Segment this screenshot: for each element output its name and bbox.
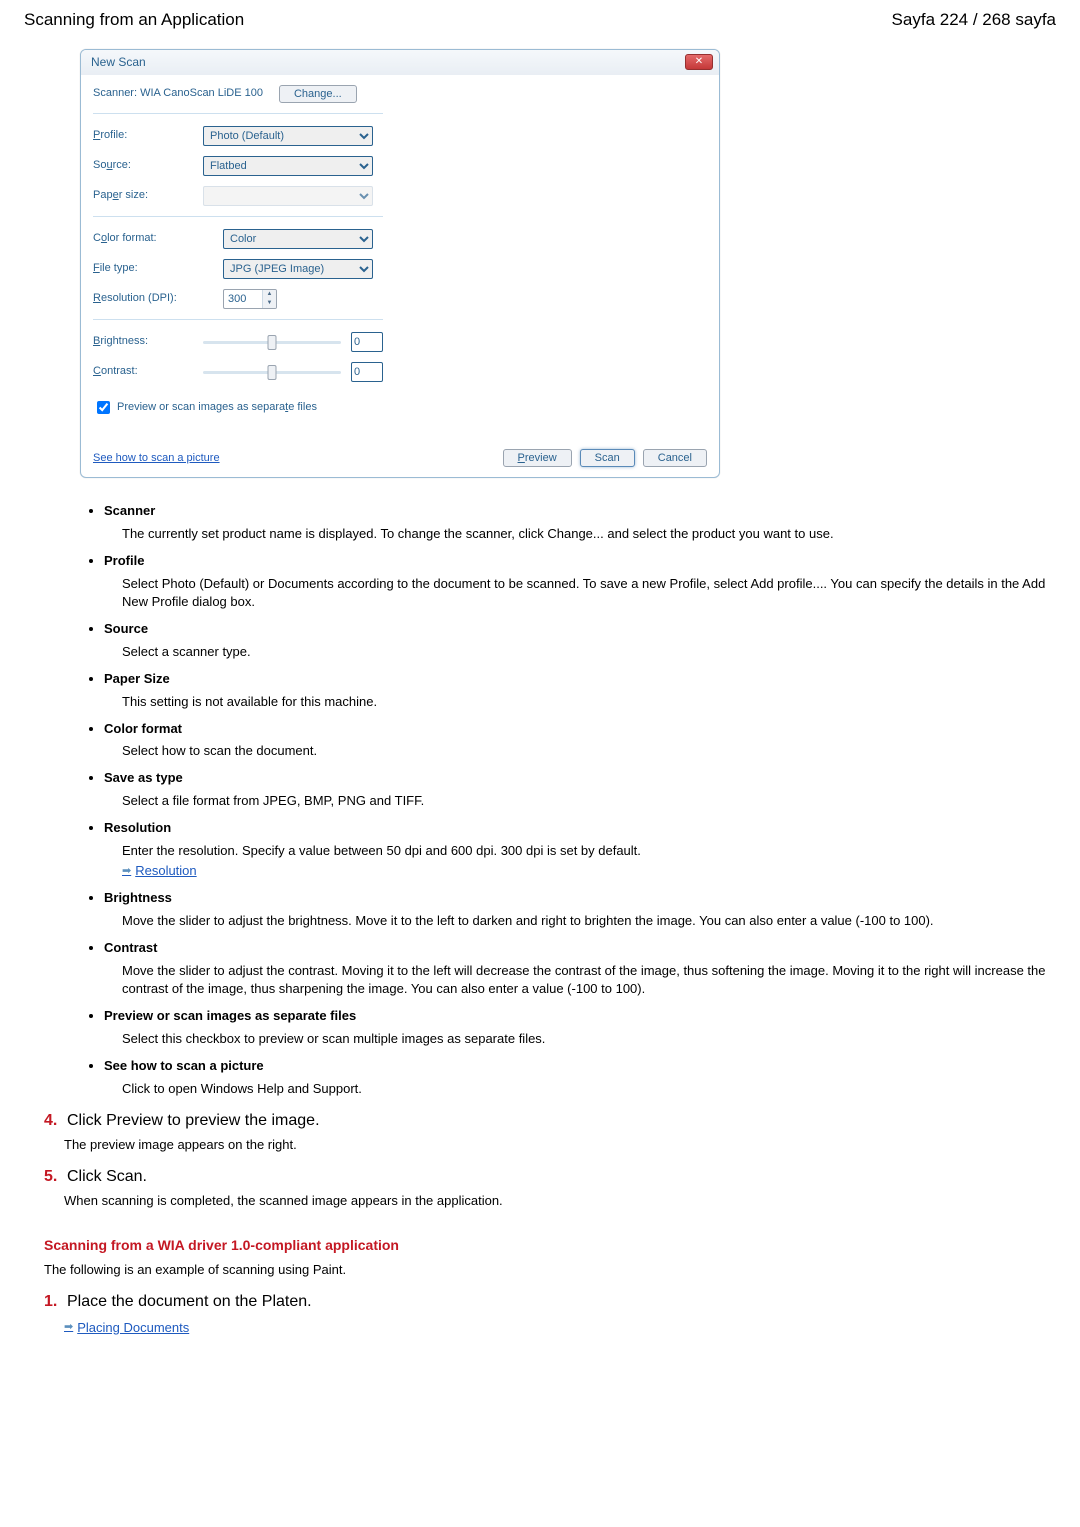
resolution-stepper[interactable]: ▲▼ xyxy=(223,289,277,309)
term: Color format xyxy=(104,721,182,736)
term: Scanner xyxy=(104,503,155,518)
list-item: Contrast Move the slider to adjust the c… xyxy=(104,939,1056,1000)
new-scan-dialog: New Scan ✕ Scanner: WIA CanoScan LiDE 10… xyxy=(80,49,720,478)
step-number: 4. xyxy=(44,1112,57,1129)
term: Paper Size xyxy=(104,671,170,686)
desc: Select a file format from JPEG, BMP, PNG… xyxy=(104,792,1056,811)
list-item: Save as type Select a file format from J… xyxy=(104,769,1056,811)
desc: Select Photo (Default) or Documents acco… xyxy=(104,575,1056,613)
list-item: Brightness Move the slider to adjust the… xyxy=(104,889,1056,931)
term: Contrast xyxy=(104,940,157,955)
step-text: Place the document on the Platen. xyxy=(67,1293,312,1310)
contrast-label: Contrast: xyxy=(93,364,203,380)
colorformat-label: Color format: xyxy=(93,231,203,247)
list-item: Preview or scan images as separate files… xyxy=(104,1007,1056,1049)
step-text: Click Scan. xyxy=(67,1168,147,1185)
resolution-input[interactable] xyxy=(224,290,262,308)
definition-list: Scanner The currently set product name i… xyxy=(104,502,1056,1099)
separate-files-checkbox[interactable] xyxy=(97,401,110,414)
profile-select[interactable]: Photo (Default) xyxy=(203,126,373,146)
list-item: Paper Size This setting is not available… xyxy=(104,670,1056,712)
list-item: Profile Select Photo (Default) or Docume… xyxy=(104,552,1056,613)
change-button[interactable]: Change... xyxy=(279,85,357,103)
papersize-select xyxy=(203,186,373,206)
brightness-slider[interactable] xyxy=(203,341,341,344)
source-label: Source: xyxy=(93,158,203,174)
term: Save as type xyxy=(104,770,183,785)
section-heading: Scanning from a WIA driver 1.0-compliant… xyxy=(44,1235,1056,1255)
scanner-label: Scanner: WIA CanoScan LiDE 100 xyxy=(93,86,263,102)
placing-documents-link[interactable]: Placing Documents xyxy=(64,1319,189,1338)
desc: Select this checkbox to preview or scan … xyxy=(104,1030,1056,1049)
page-number: Sayfa 224 / 268 sayfa xyxy=(892,8,1056,33)
desc: Enter the resolution. Specify a value be… xyxy=(104,842,1056,881)
resolution-link[interactable]: Resolution xyxy=(122,862,197,881)
desc: Click to open Windows Help and Support. xyxy=(104,1080,1056,1099)
spinner-buttons-icon[interactable]: ▲▼ xyxy=(262,290,276,308)
term: Resolution xyxy=(104,820,171,835)
step-1: 1. Place the document on the Platen. xyxy=(44,1290,1056,1313)
contrast-value[interactable] xyxy=(351,362,383,382)
step-number: 5. xyxy=(44,1168,57,1185)
howto-scan-link[interactable]: See how to scan a picture xyxy=(93,451,220,467)
list-item: Color format Select how to scan the docu… xyxy=(104,720,1056,762)
filetype-label: File type: xyxy=(93,261,203,277)
dialog-title: New Scan xyxy=(91,54,146,71)
desc: Move the slider to adjust the contrast. … xyxy=(104,962,1056,1000)
profile-label: Profile: xyxy=(93,128,203,144)
step-number: 1. xyxy=(44,1293,57,1310)
brightness-value[interactable] xyxy=(351,332,383,352)
resolution-label: Resolution (DPI): xyxy=(93,291,203,307)
colorformat-select[interactable]: Color xyxy=(223,229,373,249)
preview-area xyxy=(407,85,707,435)
list-item: See how to scan a picture Click to open … xyxy=(104,1057,1056,1099)
list-item: Resolution Enter the resolution. Specify… xyxy=(104,819,1056,881)
desc: Move the slider to adjust the brightness… xyxy=(104,912,1056,931)
desc: Select a scanner type. xyxy=(104,643,1056,662)
cancel-button[interactable]: Cancel xyxy=(643,449,707,467)
desc: The currently set product name is displa… xyxy=(104,525,1056,544)
preview-button[interactable]: Preview xyxy=(503,449,572,467)
step-4: 4. Click Preview to preview the image. xyxy=(44,1109,1056,1132)
section-desc: The following is an example of scanning … xyxy=(44,1261,1056,1280)
list-item: Scanner The currently set product name i… xyxy=(104,502,1056,544)
list-item: Source Select a scanner type. xyxy=(104,620,1056,662)
step-desc: When scanning is completed, the scanned … xyxy=(64,1192,1056,1211)
separate-files-label: Preview or scan images as separate files xyxy=(117,400,317,416)
contrast-slider[interactable] xyxy=(203,371,341,374)
term: Profile xyxy=(104,553,144,568)
step-desc: The preview image appears on the right. xyxy=(64,1136,1056,1155)
brightness-label: Brightness: xyxy=(93,334,203,350)
term: Source xyxy=(104,621,148,636)
source-select[interactable]: Flatbed xyxy=(203,156,373,176)
term: Brightness xyxy=(104,890,172,905)
papersize-label: Paper size: xyxy=(93,188,203,204)
page-title: Scanning from an Application xyxy=(24,8,244,33)
desc: Select how to scan the document. xyxy=(104,742,1056,761)
close-icon[interactable]: ✕ xyxy=(685,54,713,70)
step-text: Click Preview to preview the image. xyxy=(67,1112,320,1129)
step-5: 5. Click Scan. xyxy=(44,1165,1056,1188)
filetype-select[interactable]: JPG (JPEG Image) xyxy=(223,259,373,279)
scan-button[interactable]: Scan xyxy=(580,449,635,467)
term: Preview or scan images as separate files xyxy=(104,1008,356,1023)
term: See how to scan a picture xyxy=(104,1058,264,1073)
desc: This setting is not available for this m… xyxy=(104,693,1056,712)
